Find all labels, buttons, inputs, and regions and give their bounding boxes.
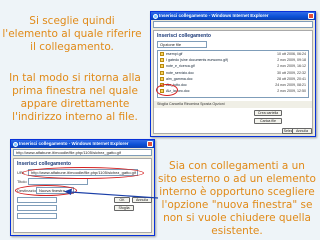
address-bar[interactable]: http://www.alfabune.it/moodle/file.php/1… [13, 149, 152, 156]
caption-select-element: Si sceglie quindi l'elemento al quale ri… [2, 15, 142, 53]
window-title: Inserisci collegamento - Windows Interne… [159, 13, 269, 18]
window-title: Inserisci collegamento - Windows Interne… [19, 141, 129, 146]
file-date: 2 nov 2009, 16:12 [277, 64, 306, 69]
folder-selector[interactable]: Opzione file [157, 41, 207, 48]
title-label: Titolo [17, 179, 27, 184]
ok-button[interactable]: OK [114, 197, 130, 203]
file-date: 28 ott 2009, 20:41 [277, 76, 306, 81]
upload-file-button[interactable]: Carica file [254, 118, 282, 124]
file-icon [160, 76, 164, 81]
file-date: 24 nov 2009, 08:21 [275, 82, 306, 87]
file-name: note_servizio.doc [166, 70, 194, 75]
dialog-content: Inserisci collegamento Opzione file esem… [153, 30, 313, 134]
file-list: esempi.gif 10 ott 2006, 06:24 I gatedo (… [157, 50, 309, 98]
file-date: 10 ott 2006, 06:24 [277, 52, 306, 56]
window-titlebar: Inserisci collegamento - Windows Interne… [11, 140, 154, 148]
insert-link-window-top: Inserisci collegamento - Windows Interne… [150, 11, 316, 137]
caption-return-first-window: In tal modo si ritorna alla prima finest… [9, 72, 141, 123]
create-folder-button[interactable]: Crea cartella [254, 110, 282, 116]
cancel-button[interactable]: Annulla [132, 197, 152, 203]
extra-field[interactable] [17, 205, 57, 211]
insert-link-window-bottom: Inserisci collegamento - Windows Interne… [10, 139, 155, 236]
file-name: esempi.gif [166, 52, 183, 56]
title-field[interactable] [28, 178, 88, 185]
browse-button[interactable]: Sfoglia [114, 205, 134, 211]
file-toolbar[interactable]: Sfoglia Cancella Rinomina Sposta Opzioni [154, 101, 312, 108]
file-date: 30 ott 2009, 22:32 [277, 70, 306, 75]
file-name: alm_gamma.doc [166, 76, 193, 81]
target-option-highlight [15, 185, 77, 196]
file-date: 2 nov 2009, 12:50 [277, 89, 306, 94]
dialog-heading: Inserisci collegamento [157, 33, 211, 39]
cancel-button[interactable]: Annulla [292, 128, 312, 134]
file-name: I gatedo (sine documents eurwomo.gif) [166, 58, 229, 63]
extra-field[interactable] [17, 213, 57, 219]
close-icon[interactable] [308, 13, 314, 19]
address-bar[interactable] [153, 21, 313, 28]
close-icon[interactable] [147, 141, 153, 147]
file-icon [160, 58, 164, 63]
file-name: note_e_ricerca.gif [166, 64, 195, 69]
file-icon [160, 70, 164, 75]
url-highlight [22, 167, 144, 179]
internet-explorer-icon [153, 13, 158, 19]
window-titlebar: Inserisci collegamento - Windows Interne… [151, 12, 315, 20]
internet-explorer-icon [13, 141, 18, 147]
file-date: 2 nov 2009, 09:18 [277, 58, 306, 63]
file-row[interactable]: Alz_lavoro.doc 2 nov 2009, 12:50 [158, 88, 308, 94]
selected-file-highlight [156, 84, 178, 96]
file-icon [160, 64, 164, 69]
extra-field[interactable] [17, 197, 57, 203]
caption-new-window-option: Sia con collegamenti a un sito esterno o… [158, 160, 316, 237]
file-icon [160, 52, 164, 56]
